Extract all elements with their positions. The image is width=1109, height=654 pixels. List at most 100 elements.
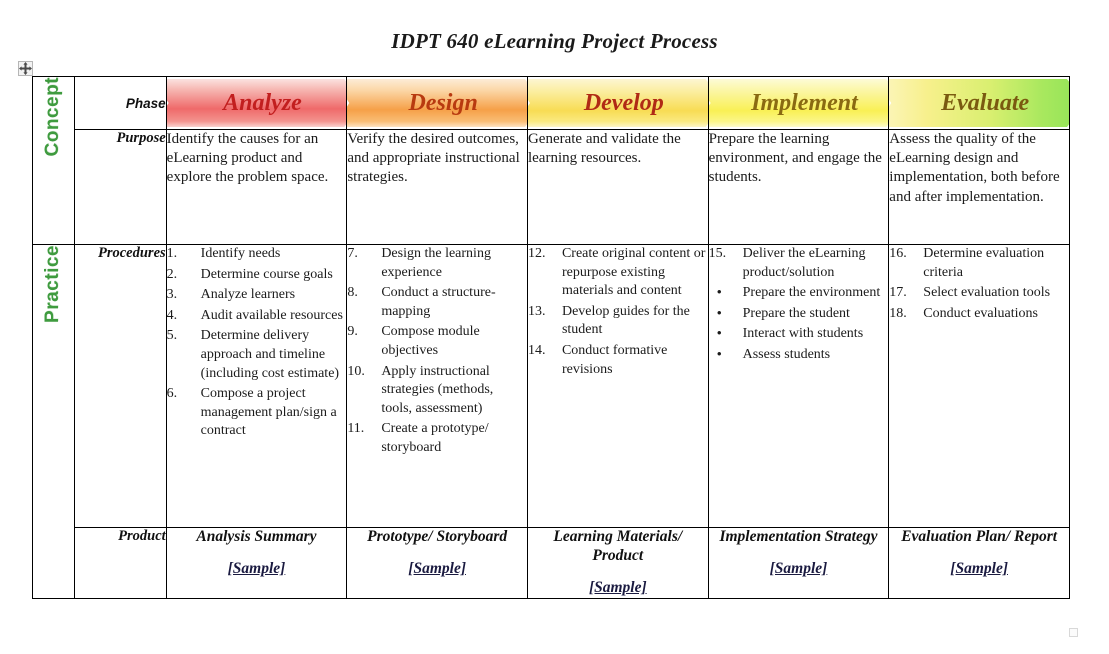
purpose-cell-evaluate: Assess the quality of the eLearning desi… bbox=[888, 129, 1070, 245]
number-marker: 1. bbox=[166, 246, 178, 261]
procedure-item: 17. Select evaluation tools bbox=[889, 284, 1069, 303]
number-marker: 15. bbox=[708, 246, 727, 261]
sample-link-develop[interactable]: [Sample] bbox=[528, 579, 708, 598]
procedures-cell-implement: 15. Deliver the eLearning product/solutio… bbox=[707, 244, 890, 528]
procedure-item: 16. Determine evaluation criteria bbox=[889, 245, 1069, 282]
procedure-text: Audit available resources bbox=[200, 307, 343, 323]
procedure-item: 14. Conduct formative revisions bbox=[528, 342, 708, 379]
number-marker: 4. bbox=[166, 307, 178, 323]
chevron-analyze: Analyze bbox=[166, 79, 347, 127]
procedures-list-evaluate: 16. Determine evaluation criteria 17. Selec… bbox=[889, 245, 1069, 323]
number-marker: 13. bbox=[527, 303, 546, 319]
number-marker: 17. bbox=[889, 285, 907, 301]
row-label-purpose: Purpose bbox=[73, 129, 167, 245]
product-cell-develop: Learning Materials/ Product [Sample] bbox=[526, 527, 709, 599]
product-name-analyze: Analysis Summary bbox=[196, 528, 317, 545]
band-practice-label: Practice bbox=[42, 245, 64, 323]
procedure-text: Compose module objectives bbox=[381, 324, 480, 359]
phase-name-design: Design bbox=[408, 89, 478, 116]
sample-link-implement[interactable]: [Sample] bbox=[709, 560, 889, 579]
chevron-evaluate: Evaluate bbox=[889, 79, 1070, 127]
phase-cell-develop: Develop bbox=[526, 76, 709, 130]
procedure-text: Select evaluation tools bbox=[923, 285, 1051, 301]
number-marker: 8. bbox=[347, 285, 358, 301]
number-marker: 6. bbox=[166, 386, 178, 402]
product-name-implement: Implementation Strategy bbox=[719, 528, 878, 545]
table-move-handle-icon[interactable] bbox=[18, 61, 33, 76]
procedure-text: Analyze learners bbox=[200, 287, 296, 303]
table-row-purpose: Purpose Identify the causes for an eLear… bbox=[33, 129, 1070, 245]
procedure-item: 3. Analyze learners bbox=[167, 286, 347, 305]
sample-link-evaluate[interactable]: [Sample] bbox=[889, 560, 1069, 579]
number-marker: 12. bbox=[527, 246, 546, 261]
product-name-design: Prototype/ Storyboard bbox=[367, 528, 508, 545]
product-cell-analyze: Analysis Summary [Sample] bbox=[165, 527, 348, 599]
band-concept: Concept bbox=[32, 76, 75, 245]
product-name-evaluate: Evaluation Plan/ Report bbox=[901, 528, 1058, 545]
page-title: IDPT 640 eLearning Project Process bbox=[391, 29, 718, 53]
procedure-text: Conduct formative revisions bbox=[561, 343, 668, 377]
bullet-marker: • bbox=[716, 326, 722, 343]
procedure-text: Prepare the student bbox=[742, 305, 850, 321]
procedure-item: • Prepare the student bbox=[709, 305, 889, 324]
procedures-cell-analyze: 1. Identify needs 2. Determine course goals… bbox=[165, 244, 348, 528]
procedures-cell-develop: 12. Create original content or repurpose … bbox=[526, 244, 709, 528]
procedure-text: Interact with students bbox=[742, 326, 864, 342]
procedures-list-implement: 15. Deliver the eLearning product/solutio… bbox=[709, 245, 889, 365]
number-marker: 3. bbox=[166, 287, 178, 303]
procedure-text: Compose a project management plan/sign a… bbox=[200, 386, 337, 439]
purpose-cell-analyze: Identify the causes for an eLearning pro… bbox=[165, 129, 348, 245]
table-row-procedures: Practice Procedures 1. Identify needs 2. De… bbox=[32, 244, 1070, 599]
procedure-text: Deliver the eLearning product/solution bbox=[742, 246, 866, 280]
number-marker: 16. bbox=[889, 246, 907, 261]
procedure-text: Develop guides for the student bbox=[561, 303, 690, 338]
table-resize-handle-icon[interactable] bbox=[1069, 628, 1078, 637]
band-practice: Practice bbox=[32, 244, 75, 599]
process-matrix-table: Concept Phase Analyze Design Develop Imp… bbox=[32, 76, 1070, 599]
chevron-design: Design bbox=[347, 79, 528, 127]
band-concept-label: Concept bbox=[42, 77, 64, 157]
procedure-text: Design the learning experience bbox=[381, 246, 491, 280]
purpose-cell-design: Verify the desired outcomes, and appropr… bbox=[346, 129, 528, 245]
procedure-item: 2. Determine course goals bbox=[167, 266, 347, 285]
procedures-list-design: 7. Design the learning experience 8. Conduc… bbox=[347, 245, 527, 458]
procedure-item: 8. Conduct a structure-mapping bbox=[347, 284, 527, 321]
phase-name-evaluate: Evaluate bbox=[941, 89, 1030, 116]
procedures-list-analyze: 1. Identify needs 2. Determine course goals… bbox=[167, 245, 347, 441]
procedure-text: Create a prototype/ storyboard bbox=[381, 421, 489, 456]
procedures-list-develop: 12. Create original content or repurpose … bbox=[528, 245, 708, 379]
sample-link-design[interactable]: [Sample] bbox=[347, 560, 527, 579]
procedure-text: Assess students bbox=[742, 347, 831, 363]
procedure-item: 5. Determine delivery approach and timeli… bbox=[167, 327, 347, 383]
phase-name-develop: Develop bbox=[583, 89, 664, 116]
phase-cell-evaluate: Evaluate bbox=[888, 76, 1070, 130]
procedure-item: • Prepare the environment bbox=[709, 284, 889, 303]
product-cell-implement: Implementation Strategy [Sample] bbox=[707, 527, 890, 599]
phase-name-analyze: Analyze bbox=[223, 89, 302, 116]
number-marker: 9. bbox=[347, 324, 358, 340]
number-marker: 14. bbox=[527, 343, 546, 359]
procedures-cell-evaluate: 16. Determine evaluation criteria 17. Selec… bbox=[888, 244, 1070, 528]
bullet-marker: • bbox=[716, 305, 722, 322]
procedure-text: Determine delivery approach and timeline… bbox=[200, 328, 340, 381]
sample-link-analyze[interactable]: [Sample] bbox=[167, 560, 347, 579]
procedure-text: Create original content or repurpose exi… bbox=[561, 246, 706, 299]
procedure-text: Conduct a structure-mapping bbox=[381, 285, 496, 319]
procedure-text: Determine evaluation criteria bbox=[923, 246, 1045, 280]
product-cell-evaluate: Evaluation Plan/ Report [Sample] bbox=[888, 527, 1070, 599]
procedure-item: 1. Identify needs bbox=[167, 245, 347, 264]
number-marker: 2. bbox=[166, 266, 178, 282]
procedure-text: Determine course goals bbox=[200, 266, 333, 282]
number-marker: 18. bbox=[889, 305, 907, 321]
phase-cell-analyze: Analyze bbox=[165, 76, 348, 130]
procedure-text: Conduct evaluations bbox=[923, 305, 1038, 321]
bullet-marker: • bbox=[716, 285, 722, 302]
row-label-phase: Phase bbox=[73, 76, 167, 130]
procedure-text: Identify needs bbox=[200, 246, 281, 261]
procedure-item: 13. Develop guides for the student bbox=[528, 303, 708, 340]
procedure-item: • Assess students bbox=[709, 346, 889, 365]
procedure-item: • Interact with students bbox=[709, 325, 889, 344]
procedure-item: 6. Compose a project management plan/sign… bbox=[167, 385, 347, 441]
phase-name-implement: Implement bbox=[751, 89, 858, 116]
number-marker: 11. bbox=[347, 421, 365, 437]
